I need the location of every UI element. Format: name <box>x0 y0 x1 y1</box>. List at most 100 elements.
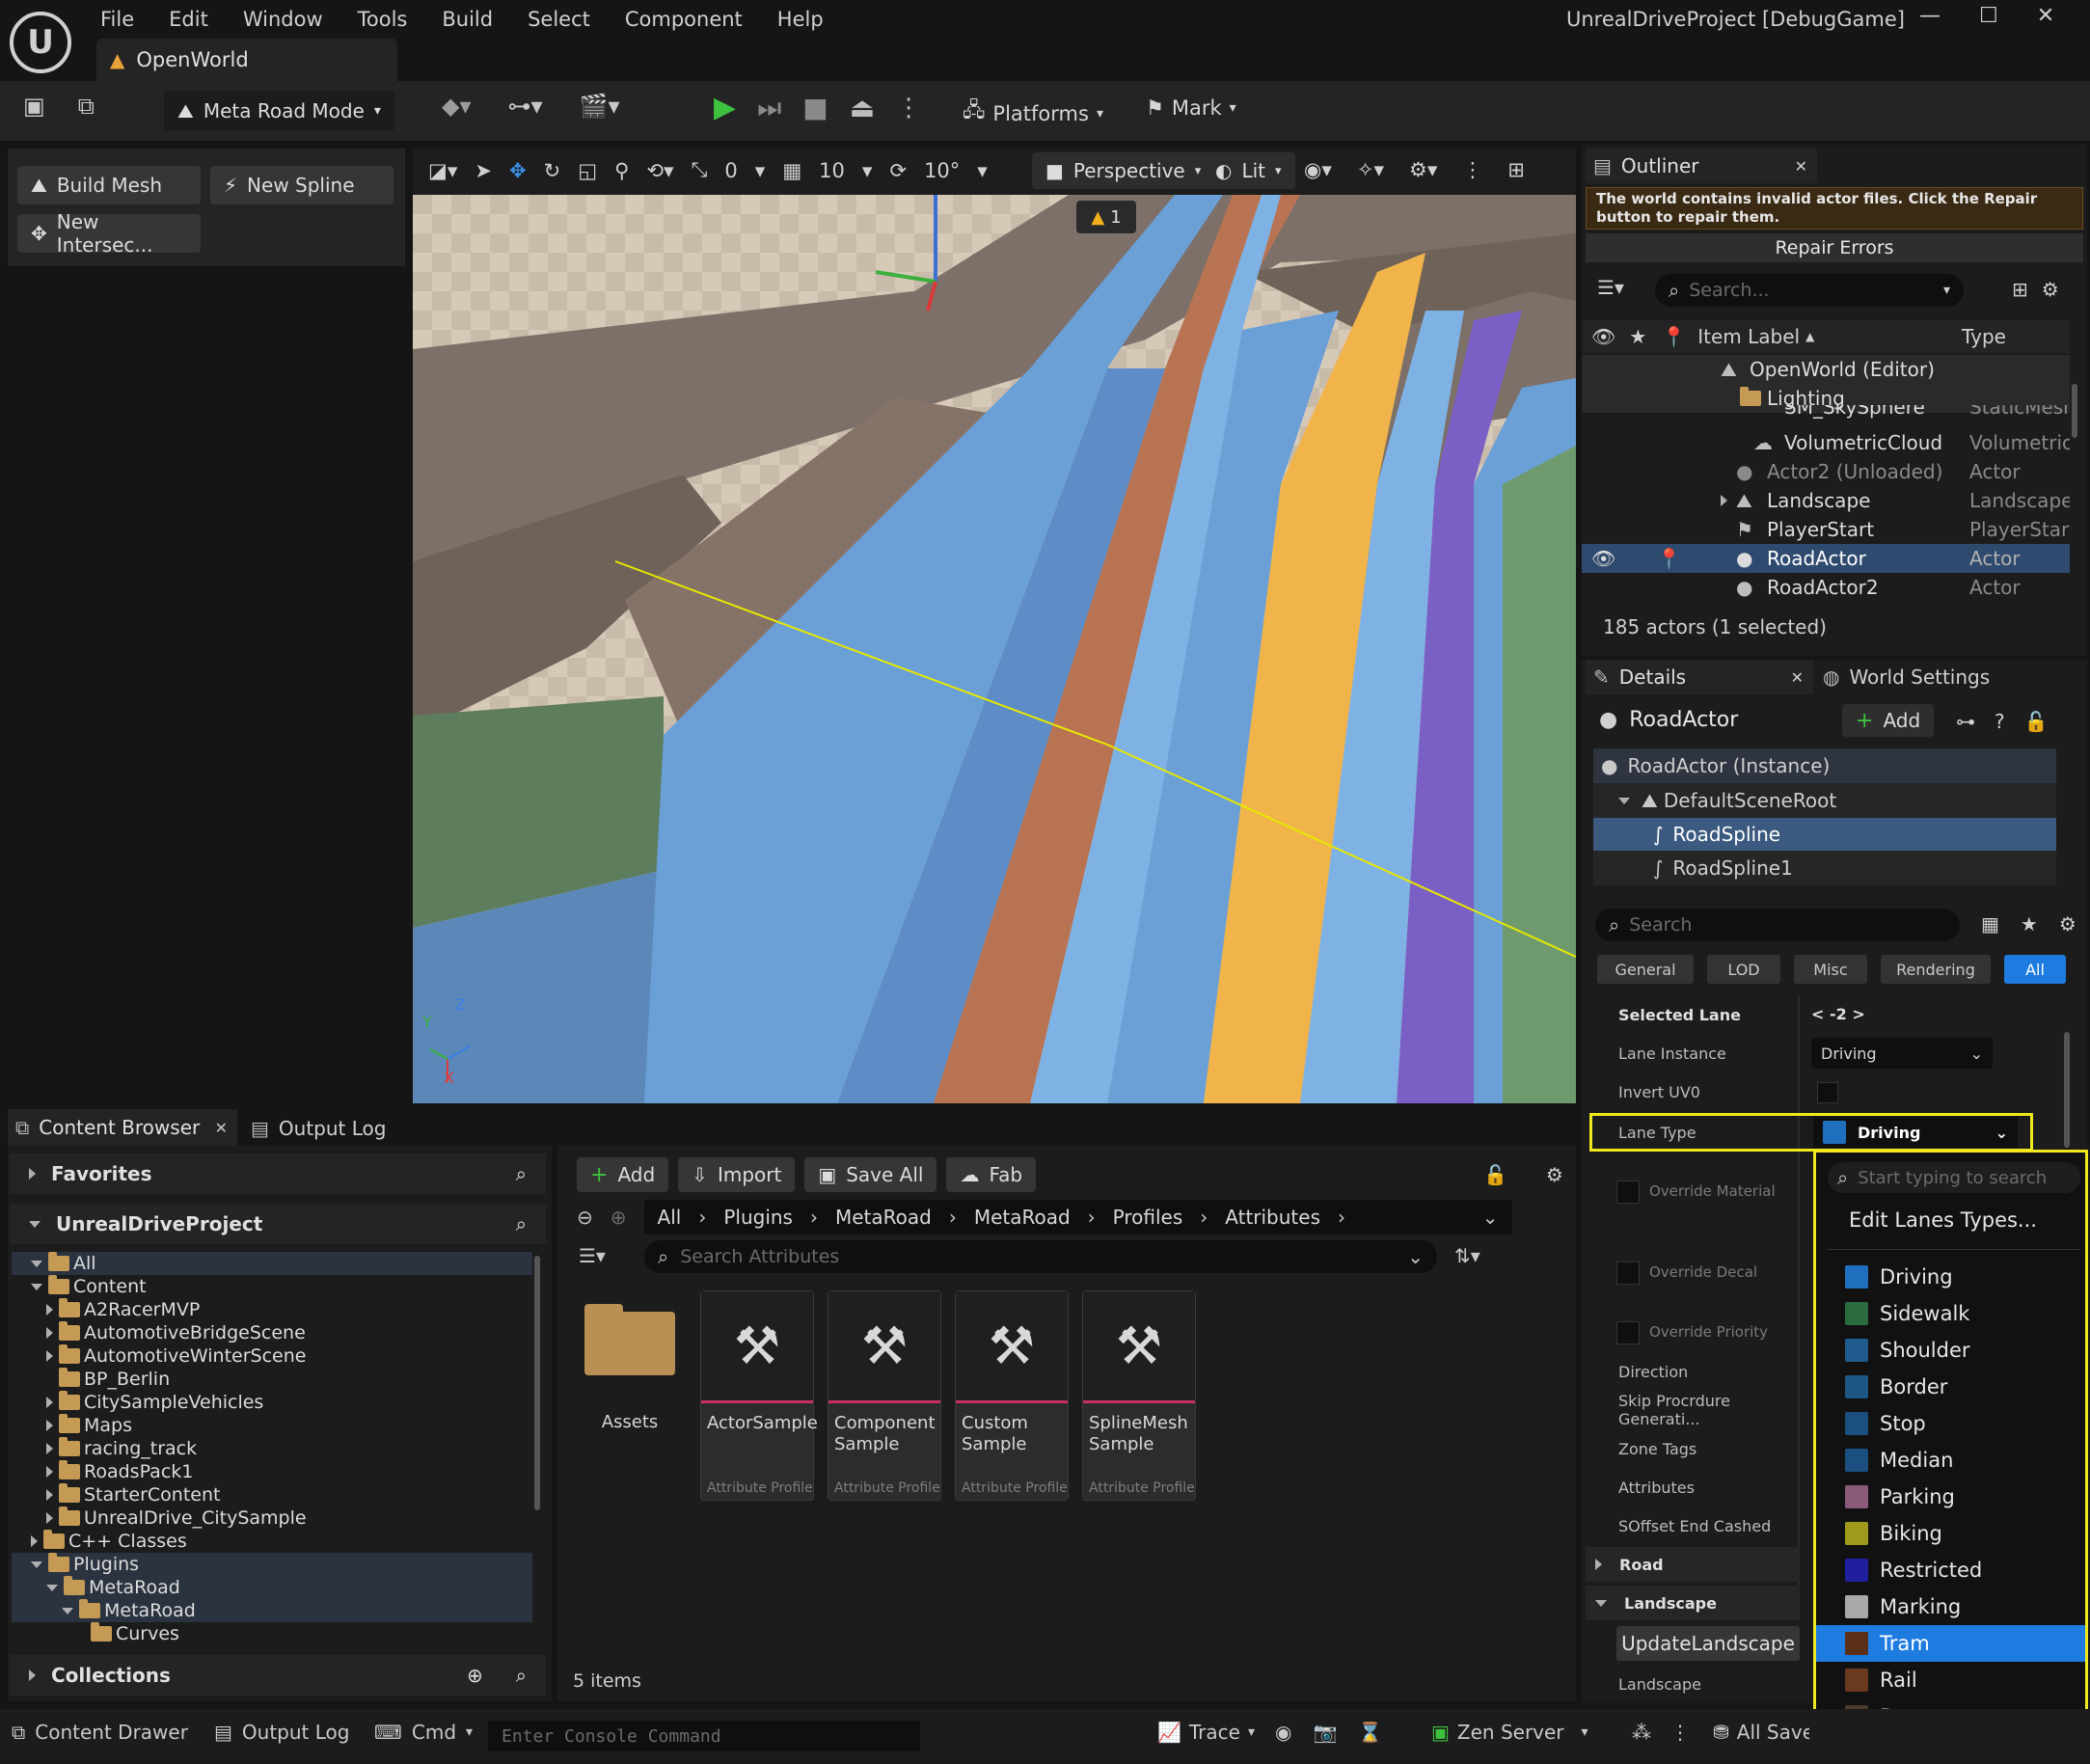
add-folder-icon[interactable]: ⊞ <box>2012 278 2028 301</box>
star-icon[interactable]: ★ <box>1629 325 1646 348</box>
filter-rendering[interactable]: Rendering <box>1881 955 1991 984</box>
viewport[interactable]: ▲ 1 Z Y X <box>413 195 1576 1103</box>
invert-uv-checkbox[interactable] <box>1817 1082 1838 1103</box>
record-icon[interactable]: ◉ <box>1275 1721 1291 1744</box>
eject-icon[interactable]: ⏏ <box>850 92 875 123</box>
breadcrumb-item[interactable]: MetaRoad <box>835 1206 932 1229</box>
override-material-checkbox[interactable] <box>1616 1181 1640 1204</box>
tree-item[interactable]: StarterContent <box>46 1483 220 1506</box>
tree-item[interactable]: RoadsPack1 <box>46 1460 193 1483</box>
menu-tools[interactable]: Tools <box>358 8 408 31</box>
tree-item[interactable]: UnrealDrive_CitySample <box>46 1506 307 1530</box>
unreal-logo-icon[interactable]: U <box>10 12 71 73</box>
visibility-icon[interactable]: 👁 <box>1591 547 1615 570</box>
mode-selector[interactable]: ⛰ Meta Road Mode ▾ <box>164 91 394 131</box>
cb-settings-icon[interactable]: ⚙ <box>1546 1163 1563 1186</box>
collections-header[interactable]: Collections ⊕ ⌕ <box>10 1655 546 1696</box>
details-search[interactable]: ⌕ Search <box>1595 909 1960 941</box>
help-icon[interactable]: ? <box>1995 710 2005 733</box>
screenshot-icon[interactable]: 📷 <box>1313 1721 1337 1744</box>
tree-item[interactable]: All <box>12 1252 532 1275</box>
override-decal-checkbox[interactable] <box>1616 1262 1640 1285</box>
lane-type-dropdown[interactable]: Driving ⌄ <box>1813 1117 2018 1148</box>
asset-tile[interactable]: ⚒ Component Sample Attribute Profile <box>828 1290 941 1501</box>
select-icon[interactable]: ➤ <box>475 159 492 182</box>
status-output-log[interactable]: ▤ Output Log <box>214 1721 349 1744</box>
tree-item[interactable]: BP_Berlin <box>59 1368 170 1391</box>
outliner-close-icon[interactable]: ✕ <box>1795 157 1807 176</box>
scale-icon[interactable]: ◱ <box>578 159 597 182</box>
content-browser-close-icon[interactable]: ✕ <box>215 1119 228 1137</box>
filter-icon[interactable]: ☰▾ <box>1597 276 1624 299</box>
outliner-row[interactable]: ● RoadActor2 Actor <box>1582 573 2070 602</box>
world-settings-tab[interactable]: ◍ World Settings <box>1823 660 1990 694</box>
trace-button[interactable]: 📈 Trace ▾ <box>1157 1721 1255 1744</box>
console-input[interactable]: Enter Console Command <box>488 1721 920 1751</box>
details-tab[interactable]: ✎ Details ✕ <box>1586 660 1813 694</box>
component-row[interactable]: ∫ RoadSpline1 <box>1593 851 2056 885</box>
build-mesh-button[interactable]: ⛰ Build Mesh <box>17 166 201 204</box>
fab-button[interactable]: ☁ Fab <box>946 1157 1037 1192</box>
table-icon[interactable]: ▦ <box>1981 912 1999 936</box>
asset-tile[interactable]: ⚒ ActorSample Attribute Profile <box>700 1290 818 1501</box>
lane-type-option[interactable]: Median <box>1816 1442 2085 1479</box>
viewport-more-icon[interactable]: ⋮ <box>1462 158 1482 181</box>
lane-instance-dropdown[interactable]: Driving ⌄ <box>1811 1038 1993 1069</box>
lane-type-option[interactable]: Stop <box>1816 1405 2085 1442</box>
asset-search[interactable]: ⌕ Search Attributes ⌄ <box>644 1240 1437 1273</box>
add-collection-icon[interactable]: ⊕ <box>467 1664 483 1687</box>
breadcrumb-item[interactable]: Profiles <box>1113 1206 1183 1229</box>
status-more-icon[interactable]: ⋮ <box>1670 1721 1690 1744</box>
lane-type-option[interactable]: Rail <box>1816 1662 2085 1698</box>
rotate-icon[interactable]: ↻ <box>544 159 561 182</box>
zen-server-button[interactable]: ▣ Zen Server ▾ <box>1431 1721 1588 1744</box>
details-close-icon[interactable]: ✕ <box>1791 668 1804 687</box>
breadcrumb-item[interactable]: MetaRoad <box>974 1206 1071 1229</box>
maximize-icon[interactable]: ☐ <box>1979 4 1998 28</box>
content-drawer-button[interactable]: ⧉ Content Drawer <box>12 1721 188 1744</box>
grid-snap-value[interactable]: 10 <box>819 159 845 182</box>
visibility-icon[interactable]: 👁 <box>1591 325 1615 348</box>
asset-tile[interactable]: ⚒ Custom Sample Attribute Profile <box>955 1290 1069 1501</box>
filter-misc[interactable]: Misc <box>1794 955 1867 984</box>
content-browser-tab[interactable]: ⧉ Content Browser ✕ <box>8 1109 237 1146</box>
outliner-row[interactable]: ● Actor2 (Unloaded) Actor <box>1582 457 2070 486</box>
outliner-row[interactable]: ☁ VolumetricCloud Volumetric( <box>1582 428 2070 457</box>
search-icon[interactable]: ⌕ <box>516 1162 527 1185</box>
save-status[interactable]: ⛃ All Saved <box>1713 1721 1809 1744</box>
warning-badge[interactable]: ▲ 1 <box>1076 201 1136 233</box>
outliner-row-selected[interactable]: 👁 📍 ● RoadActor Actor <box>1582 544 2070 573</box>
tree-item[interactable]: C++ Classes <box>31 1530 187 1553</box>
tree-item[interactable]: MetaRoad <box>12 1576 532 1599</box>
output-log-tab[interactable]: ▤ Output Log <box>251 1111 386 1146</box>
selected-lane-value[interactable]: < -2 > <box>1811 1005 1865 1023</box>
lane-type-option[interactable]: Restricted <box>1816 1552 2085 1588</box>
menu-build[interactable]: Build <box>442 8 493 31</box>
menu-component[interactable]: Component <box>625 8 743 31</box>
tree-item[interactable]: Content <box>31 1275 147 1298</box>
favorites-header[interactable]: Favorites ⌕ <box>10 1153 546 1194</box>
new-intersection-button[interactable]: ✥ New Intersec... <box>17 210 201 257</box>
details-scrollbar[interactable] <box>2064 1032 2070 1148</box>
blueprint-icon[interactable]: ⊶▾ <box>508 93 543 120</box>
layout-icon[interactable]: ⊞ <box>1507 158 1525 181</box>
hourglass-icon[interactable]: ⌛ <box>1358 1721 1382 1744</box>
browse-icon[interactable]: ⧉ <box>78 93 95 120</box>
item-label-header[interactable]: Item Label <box>1697 325 1800 348</box>
import-button[interactable]: ⇩ Import <box>678 1157 796 1192</box>
lane-type-option[interactable]: Driving <box>1816 1259 2085 1295</box>
lit-button[interactable]: ◐ Lit ▾ <box>1202 152 1295 189</box>
level-tab[interactable]: ▲ OpenWorld <box>96 39 397 81</box>
lane-type-option[interactable]: Tram <box>1816 1625 2085 1662</box>
folder-asset[interactable]: Assets <box>577 1290 683 1445</box>
details-settings-icon[interactable]: ⚙ <box>2059 912 2076 936</box>
grid-snap-icon[interactable]: ▦ <box>782 159 801 182</box>
play-icon[interactable]: ▶ <box>714 91 736 124</box>
filter-all[interactable]: All <box>2004 955 2066 984</box>
tree-scrollbar[interactable] <box>534 1256 540 1510</box>
translate-snap-value[interactable]: 0 <box>724 159 737 182</box>
asset-tile[interactable]: ⚒ SplineMesh Sample Attribute Profile <box>1082 1290 1196 1501</box>
tree-item[interactable]: racing_track <box>46 1437 197 1460</box>
lane-type-option[interactable]: Biking <box>1816 1515 2085 1552</box>
lane-type-option[interactable]: Marking <box>1816 1588 2085 1625</box>
